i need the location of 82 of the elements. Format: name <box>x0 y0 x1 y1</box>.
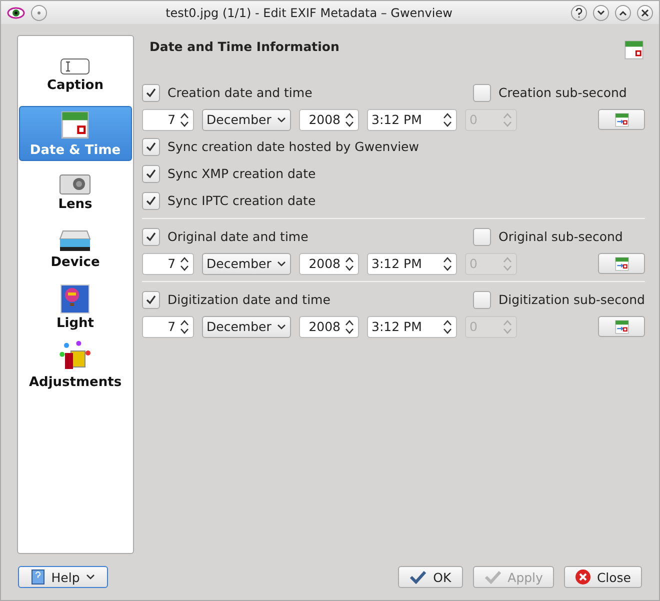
caret-icon <box>86 574 95 580</box>
time-spinbox[interactable]: 3:12 PM <box>366 108 457 130</box>
checkbox-label: Original date and time <box>168 229 308 244</box>
year-spinbox[interactable]: 2008 <box>298 316 359 338</box>
day-spinbox[interactable]: 7 <box>142 252 194 274</box>
checkbox-label: Digitization date and time <box>168 292 330 307</box>
checkbox[interactable] <box>142 138 160 156</box>
time-spinbox[interactable]: 3:12 PM <box>366 316 457 338</box>
checkmark-icon <box>144 168 157 180</box>
minimize-button[interactable] <box>593 4 609 20</box>
sidebar-item[interactable]: Caption <box>19 48 132 103</box>
checkbox-label: Sync creation date hosted by Gwenview <box>168 139 419 154</box>
help-button[interactable] <box>571 4 587 20</box>
spin-arrows-icon[interactable] <box>442 112 452 126</box>
year-spinbox[interactable]: 2008 <box>298 108 359 130</box>
checkbox-label: Original sub-second <box>498 229 623 244</box>
spin-arrows-icon[interactable] <box>344 112 354 126</box>
checkmark-icon <box>144 140 157 152</box>
checkbox-label: Digitization sub-second <box>498 292 645 307</box>
checkbox[interactable] <box>142 192 160 210</box>
sidebar-item[interactable]: Device <box>19 222 132 277</box>
menu-button[interactable] <box>31 4 47 20</box>
dropdown-icon <box>276 116 286 122</box>
close-button[interactable] <box>637 4 653 20</box>
chevron-down-icon <box>597 10 605 16</box>
help-icon <box>575 8 583 18</box>
checkmark-icon <box>144 86 157 98</box>
checkbox[interactable] <box>472 84 491 102</box>
checkbox-label: Sync XMP creation date <box>168 166 316 181</box>
chevron-up-icon <box>619 10 627 16</box>
checkbox[interactable] <box>142 228 160 246</box>
checkbox[interactable] <box>142 164 160 182</box>
close-icon <box>574 569 591 585</box>
set-date-button[interactable] <box>598 316 645 337</box>
calendar-icon <box>623 39 645 61</box>
balloon-photo-icon <box>60 284 90 314</box>
sidebar-item[interactable]: Light <box>19 280 132 335</box>
spin-arrows-icon[interactable] <box>180 256 189 270</box>
help-button[interactable]: Help <box>18 566 108 588</box>
scanner-icon <box>59 229 92 253</box>
sidebar-item[interactable]: Lens <box>19 164 132 219</box>
maximize-button[interactable] <box>615 4 631 20</box>
spin-arrows-icon[interactable] <box>344 320 354 334</box>
checkbox-label: Creation date and time <box>168 85 312 100</box>
spin-arrows-icon[interactable] <box>180 112 189 126</box>
checkbox-label: Creation sub-second <box>498 85 627 100</box>
checkmark-icon <box>144 294 157 306</box>
close-icon <box>641 8 649 16</box>
day-spinbox[interactable]: 7 <box>142 316 194 338</box>
calendar-icon <box>59 109 92 141</box>
month-combo[interactable]: December <box>202 108 291 130</box>
set-date-button[interactable] <box>598 109 645 130</box>
checkmark-icon <box>409 570 428 584</box>
checkbox-label: Sync IPTC creation date <box>168 193 316 208</box>
spin-arrows-icon[interactable] <box>344 256 354 270</box>
month-combo[interactable]: December <box>202 316 291 338</box>
checkbox[interactable] <box>142 290 160 308</box>
year-spinbox[interactable]: 2008 <box>298 252 359 274</box>
close-button[interactable]: Close <box>564 566 642 588</box>
checkmark-icon <box>144 230 157 242</box>
checkbox[interactable] <box>142 84 160 102</box>
checkbox[interactable] <box>472 228 491 246</box>
set-date-button[interactable] <box>598 253 645 274</box>
checkmark-icon <box>144 194 157 206</box>
text-field-icon <box>60 58 90 76</box>
spin-arrows-icon[interactable] <box>180 320 189 334</box>
eye-icon[interactable] <box>7 6 25 20</box>
checkmark-icon <box>484 570 502 584</box>
dropdown-icon <box>276 260 286 266</box>
day-spinbox[interactable]: 7 <box>142 108 194 130</box>
spin-arrows-icon[interactable] <box>442 320 452 334</box>
time-spinbox[interactable]: 3:12 PM <box>366 252 457 274</box>
spin-arrows-icon[interactable] <box>442 256 452 270</box>
help-book-icon <box>31 569 46 585</box>
window-title: test0.jpg (1/1) - Edit EXIF Metadata – Gwenview <box>164 6 454 20</box>
dropdown-icon <box>276 324 286 330</box>
month-combo[interactable]: December <box>202 252 291 274</box>
sidebar-item[interactable]: Adjustments <box>19 338 132 393</box>
dot-icon <box>37 10 41 14</box>
ok-button[interactable]: OK <box>398 566 463 588</box>
panel-title: Date and Time Information <box>150 39 340 54</box>
checkbox[interactable] <box>472 290 491 308</box>
